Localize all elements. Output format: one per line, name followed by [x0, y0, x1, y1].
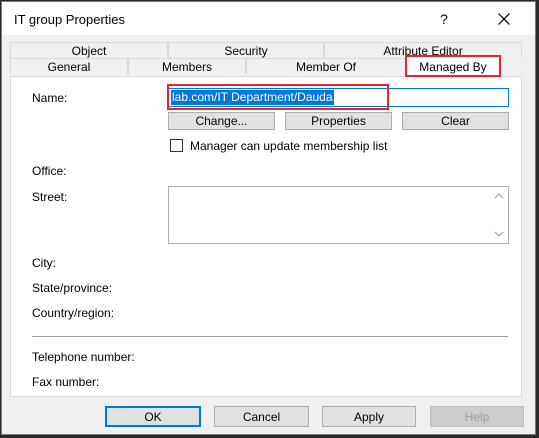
- office-label: Office:: [32, 164, 67, 178]
- checkbox-label: Manager can update membership list: [190, 139, 388, 153]
- tab-object[interactable]: Object: [10, 42, 168, 58]
- state-label: State/province:: [32, 281, 113, 295]
- fax-label: Fax number:: [32, 375, 100, 389]
- name-label: Name:: [32, 91, 68, 105]
- question-icon: ?: [440, 11, 448, 27]
- title-bar: IT group Properties ?: [2, 2, 535, 35]
- street-field: [168, 186, 509, 244]
- ok-button[interactable]: OK: [105, 406, 201, 427]
- close-icon: [498, 13, 510, 25]
- properties-button[interactable]: Properties: [285, 112, 392, 130]
- city-label: City:: [32, 256, 56, 270]
- chevron-up-icon: [494, 193, 504, 199]
- help-button: Help: [430, 406, 524, 427]
- street-label: Street:: [32, 190, 68, 204]
- apply-button[interactable]: Apply: [322, 406, 416, 427]
- change-button[interactable]: Change...: [168, 112, 275, 130]
- window-title: IT group Properties: [14, 12, 126, 27]
- country-label: Country/region:: [32, 306, 115, 320]
- cancel-button[interactable]: Cancel: [214, 406, 309, 427]
- help-title-button[interactable]: ?: [427, 5, 461, 33]
- separator-line: [32, 336, 508, 337]
- managed-by-tab-annotation: [405, 55, 501, 77]
- clear-button[interactable]: Clear: [402, 112, 509, 130]
- properties-dialog: IT group Properties ? Object Security At…: [1, 1, 536, 435]
- tab-security[interactable]: Security: [168, 42, 324, 58]
- tab-members[interactable]: Members: [128, 58, 246, 74]
- close-button[interactable]: [487, 5, 521, 33]
- name-field-annotation: [167, 84, 389, 110]
- tab-general[interactable]: General: [10, 58, 128, 74]
- manager-update-checkbox[interactable]: [170, 139, 183, 152]
- tab-member-of[interactable]: Member Of: [246, 58, 406, 74]
- chevron-down-icon: [494, 231, 504, 237]
- telephone-label: Telephone number:: [32, 350, 135, 364]
